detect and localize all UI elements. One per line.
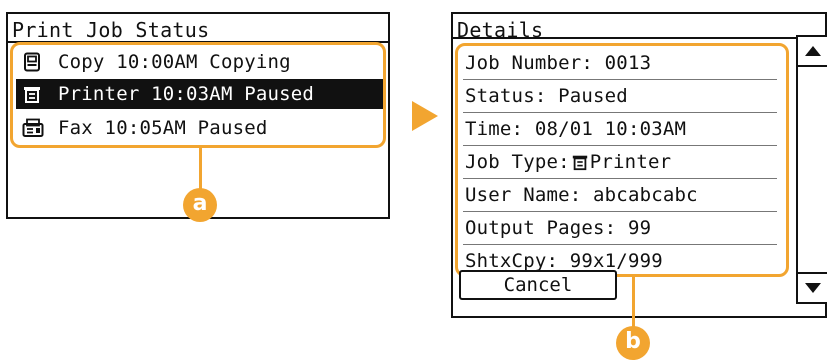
scroll-up-button[interactable] bbox=[796, 35, 827, 67]
callout-badge-a: a bbox=[183, 188, 217, 222]
title-divider bbox=[453, 37, 825, 39]
screen-title: Print Job Status bbox=[12, 18, 210, 42]
callout-highlight-a bbox=[10, 42, 386, 148]
triangle-up-icon bbox=[805, 46, 821, 56]
scroll-down-button[interactable] bbox=[796, 272, 827, 304]
arrow-right-icon bbox=[412, 101, 438, 131]
callout-highlight-b bbox=[455, 43, 789, 277]
callout-leader-b bbox=[632, 276, 635, 332]
scrollbar[interactable] bbox=[796, 35, 827, 304]
details-screen: Details Job Number: 0013 Status: Paused … bbox=[451, 12, 827, 318]
screen-title: Details bbox=[457, 18, 544, 42]
callout-badge-b: b bbox=[616, 326, 650, 360]
cancel-button[interactable]: Cancel bbox=[459, 270, 617, 300]
triangle-down-icon bbox=[805, 283, 821, 293]
callout-leader-a bbox=[199, 146, 202, 190]
